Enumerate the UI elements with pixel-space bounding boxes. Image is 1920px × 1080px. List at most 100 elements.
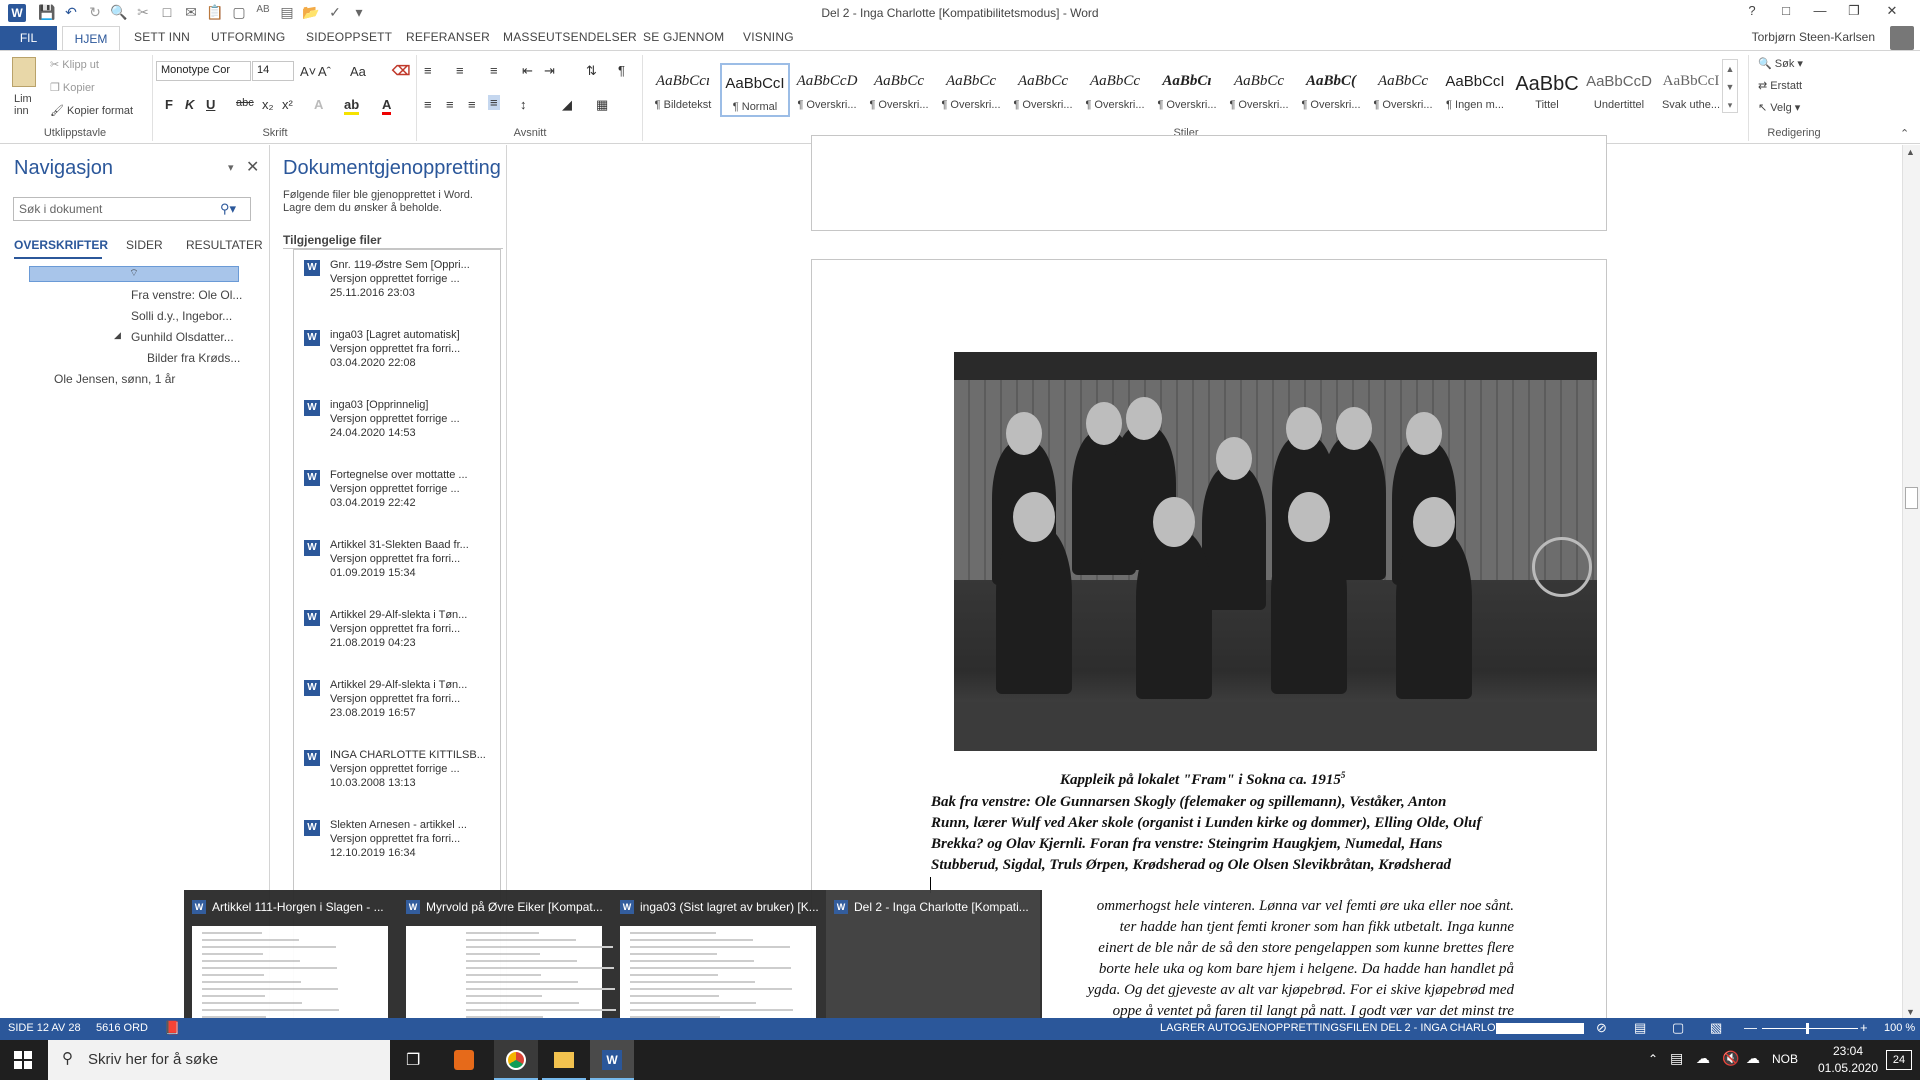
- tab-references[interactable]: REFERANSER: [406, 30, 490, 44]
- tab-review[interactable]: SE GJENNOM: [643, 30, 724, 44]
- close-button[interactable]: ✕: [1876, 3, 1908, 19]
- tab-mailings[interactable]: MASSEUTSENDELSER: [503, 30, 637, 44]
- style-5[interactable]: AaBbCc ¶ Overskri...: [936, 63, 1006, 117]
- ribbon-display-icon[interactable]: □: [1770, 3, 1802, 18]
- help-button[interactable]: ?: [1736, 3, 1768, 18]
- bold-button[interactable]: F: [165, 97, 173, 112]
- style-6[interactable]: AaBbCc ¶ Overskri...: [1008, 63, 1078, 117]
- vertical-scrollbar[interactable]: ▲ ▼: [1902, 145, 1920, 1025]
- shading-icon[interactable]: ◢: [562, 97, 572, 113]
- start-icon[interactable]: [14, 1051, 32, 1069]
- media-player-icon[interactable]: [454, 1050, 474, 1070]
- shrink-font-icon[interactable]: Aˆ: [318, 64, 331, 79]
- web-layout-icon[interactable]: ▧: [1710, 1020, 1722, 1036]
- document-photo[interactable]: [954, 352, 1597, 751]
- style-2[interactable]: AaBbCcI ¶ Normal: [720, 63, 790, 117]
- recovered-file-item[interactable]: W Slekten Arnesen - artikkel ... Versjon o…: [294, 816, 500, 886]
- clear-formatting-icon[interactable]: ⌫: [392, 63, 410, 79]
- zoom-thumb[interactable]: [1806, 1023, 1809, 1034]
- tab-view[interactable]: VISNING: [743, 30, 794, 44]
- line-spacing-icon[interactable]: ↕: [520, 97, 527, 112]
- style-13[interactable]: AaBbC Tittel: [1512, 63, 1582, 117]
- decrease-indent-icon[interactable]: ⇤: [522, 63, 533, 79]
- bullets-icon[interactable]: ≡: [424, 63, 432, 78]
- recovered-file-item[interactable]: W Fortegnelse over mottatte ... Versjon op…: [294, 466, 500, 536]
- change-case-icon[interactable]: Aa: [350, 64, 366, 79]
- search-icon[interactable]: ⚲▾: [220, 201, 236, 217]
- recovered-file-item[interactable]: W Artikkel 29-Alf-slekta i Tøn... Versjon …: [294, 606, 500, 676]
- cloud-icon[interactable]: ☁: [1746, 1050, 1760, 1067]
- explorer-taskbar-button[interactable]: [542, 1040, 586, 1080]
- show-marks-icon[interactable]: ¶: [618, 63, 625, 78]
- nav-heading-item[interactable]: Fra venstre: Ole Ol...: [131, 288, 242, 302]
- nav-heading-item[interactable]: Gunhild Olsdatter...: [131, 330, 234, 344]
- font-color-icon[interactable]: A: [382, 97, 392, 115]
- style-7[interactable]: AaBbCc ¶ Overskri...: [1080, 63, 1150, 117]
- onedrive-alert-icon[interactable]: ☁: [1696, 1050, 1710, 1067]
- cancel-icon[interactable]: ⊘: [1596, 1020, 1607, 1036]
- scroll-thumb[interactable]: [1905, 487, 1918, 509]
- tab-layout[interactable]: SIDEOPPSETT: [306, 30, 392, 44]
- collapse-ribbon-icon[interactable]: ⌃: [1900, 127, 1909, 140]
- subscript-icon[interactable]: x₂: [262, 97, 274, 112]
- heading-selected[interactable]: ⌔: [29, 266, 239, 282]
- recovered-file-item[interactable]: Winga03 [Opprinnelig] Versjon opprettet f…: [294, 396, 500, 466]
- numbering-icon[interactable]: ≡: [456, 63, 464, 78]
- styles-scroll[interactable]: ▲ ▼ ▾: [1722, 59, 1738, 113]
- chrome-taskbar-button[interactable]: [494, 1040, 538, 1080]
- task-view-icon[interactable]: ❐: [406, 1050, 420, 1070]
- zoom-in-icon[interactable]: +: [1860, 1020, 1868, 1035]
- taskbar-search[interactable]: ⚲ Skriv her for å søke: [48, 1040, 390, 1080]
- paste-icon[interactable]: [12, 57, 36, 87]
- notification-badge[interactable]: 24: [1886, 1050, 1912, 1070]
- nav-heading-item[interactable]: Solli d.y., Ingebor...: [131, 309, 232, 323]
- paste-button[interactable]: Lim inn: [14, 93, 44, 117]
- nav-heading-item[interactable]: Bilder fra Krøds...: [147, 351, 240, 365]
- recovered-file-item[interactable]: W Artikkel 31-Slekten Baad fr... Versjon o…: [294, 536, 500, 606]
- collapse-triangle-icon[interactable]: ◢: [114, 330, 121, 341]
- zoom-level[interactable]: 100 %: [1884, 1022, 1915, 1034]
- style-9[interactable]: AaBbCc ¶ Overskri...: [1224, 63, 1294, 117]
- pane-options-icon[interactable]: ▾: [228, 161, 234, 174]
- show-hidden-icons[interactable]: ⌃: [1648, 1052, 1658, 1066]
- style-10[interactable]: AaBbC(¶ Overskri...: [1296, 63, 1366, 117]
- multilevel-list-icon[interactable]: ≡: [490, 63, 498, 78]
- style-14[interactable]: AaBbCcD Undertittel: [1584, 63, 1654, 117]
- style-15[interactable]: AaBbCcI Svak uthe...: [1656, 63, 1726, 117]
- tab-file[interactable]: FIL: [0, 26, 57, 50]
- superscript-icon[interactable]: x²: [282, 97, 293, 112]
- highlight-icon[interactable]: ab: [344, 97, 360, 115]
- print-layout-icon[interactable]: ▢: [1672, 1020, 1684, 1036]
- style-4[interactable]: AaBbCc ¶ Overskri...: [864, 63, 934, 117]
- grow-font-icon[interactable]: A˅: [300, 64, 316, 79]
- volume-muted-icon[interactable]: 🔇: [1722, 1050, 1739, 1067]
- recovered-file-item[interactable]: W Gnr. 119-Østre Sem [Oppri... Versjon opp…: [294, 256, 500, 326]
- tab-headings[interactable]: OVERSKRIFTER: [14, 238, 108, 252]
- tab-pages[interactable]: SIDER: [126, 238, 163, 252]
- find-button[interactable]: 🔍 Søk ▾: [1758, 57, 1803, 70]
- avatar[interactable]: [1890, 26, 1914, 50]
- scroll-up-icon[interactable]: ▲: [1906, 147, 1915, 157]
- clock-time[interactable]: 23:04: [1812, 1044, 1884, 1058]
- input-language[interactable]: NOB: [1772, 1052, 1798, 1066]
- style-3[interactable]: AaBbCcD ¶ Overskri...: [792, 63, 862, 117]
- close-icon[interactable]: ✕: [246, 157, 259, 177]
- increase-indent-icon[interactable]: ⇥: [544, 63, 555, 79]
- format-painter-button[interactable]: 🖌 Kopier format: [50, 104, 133, 117]
- font-size-select[interactable]: 14: [252, 61, 294, 81]
- zoom-out-icon[interactable]: —: [1744, 1020, 1757, 1035]
- replace-button[interactable]: ⇄ Erstatt: [1758, 79, 1802, 92]
- read-mode-icon[interactable]: ▤: [1634, 1020, 1646, 1036]
- network-icon[interactable]: ▤: [1670, 1050, 1683, 1067]
- zoom-slider[interactable]: [1762, 1028, 1858, 1029]
- text-effects-icon[interactable]: A: [314, 97, 323, 112]
- font-family-select[interactable]: Monotype Cor: [156, 61, 251, 81]
- nav-search-input[interactable]: Søk i dokument: [13, 197, 251, 221]
- minimize-button[interactable]: —: [1804, 3, 1836, 18]
- word-count[interactable]: 5616 ORD: [96, 1022, 148, 1034]
- clock-date[interactable]: 01.05.2020: [1812, 1061, 1884, 1075]
- page-indicator[interactable]: SIDE 12 AV 28: [8, 1022, 81, 1034]
- tab-home[interactable]: HJEM: [62, 26, 120, 51]
- align-left-icon[interactable]: ≡: [424, 97, 432, 112]
- select-button[interactable]: ↖ Velg ▾: [1758, 101, 1800, 114]
